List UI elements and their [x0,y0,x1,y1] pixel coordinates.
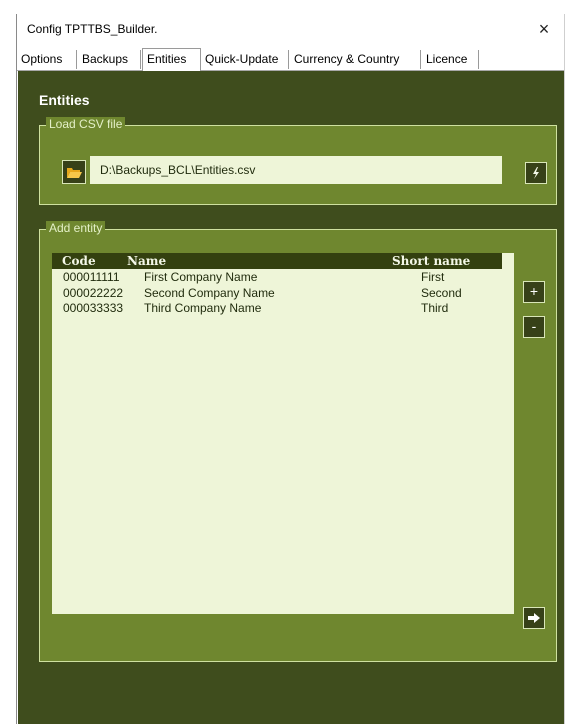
add-entity-group: Add entity Code Name Short name 00001111… [39,221,557,662]
close-icon[interactable]: × [532,18,556,42]
entity-code: 000011111 [63,270,120,284]
add-entity-button[interactable]: + [523,281,545,303]
tab-backups[interactable]: Backups [78,50,141,69]
load-csv-group: Load CSV file D:\Backups_BCL\Entities.cs… [39,117,557,205]
entity-short-name: First [421,270,445,284]
column-code[interactable]: Code [62,254,96,268]
config-window: Config TPTTBS_Builder. × Options Backups… [16,14,565,724]
tab-licence[interactable]: Licence [422,50,479,69]
entity-name: Second Company Name [144,286,275,300]
window-title: Config TPTTBS_Builder. [27,22,158,36]
tab-quick-update[interactable]: Quick-Update [201,50,289,69]
csv-path-field[interactable]: D:\Backups_BCL\Entities.csv [90,156,502,184]
tab-entities[interactable]: Entities [142,48,201,71]
title-bar: Config TPTTBS_Builder. × [17,14,564,46]
tab-options[interactable]: Options [17,50,77,69]
browse-folder-button[interactable] [62,160,86,184]
load-csv-button[interactable] [525,162,547,184]
entity-list[interactable]: Code Name Short name 000011111 First Com… [52,253,514,614]
tab-strip: Options Backups Entities Quick-Update Cu… [17,48,564,71]
entity-name: First Company Name [144,270,258,284]
entities-panel: Entities Load CSV file D:\Backups_BCL\En… [18,71,564,724]
folder-open-icon [67,168,82,178]
list-item[interactable]: 000011111 First Company Name First [52,270,502,286]
entity-name: Third Company Name [144,301,262,315]
list-item[interactable]: 000033333 Third Company Name Third [52,301,502,317]
entity-short-name: Third [421,301,449,315]
list-header: Code Name Short name [52,253,502,269]
list-item[interactable]: 000022222 Second Company Name Second [52,286,502,302]
add-entity-label: Add entity [46,221,106,235]
apply-entities-button[interactable] [523,607,545,629]
entity-code: 000022222 [63,286,124,300]
tab-currency-country[interactable]: Currency & Country [290,50,421,69]
entity-short-name: Second [421,286,462,300]
remove-entity-button[interactable]: - [523,316,545,338]
column-name[interactable]: Name [127,254,166,268]
entity-code: 000033333 [63,301,124,315]
column-short-name[interactable]: Short name [392,254,470,268]
lightning-icon [533,167,539,179]
load-csv-label: Load CSV file [46,117,126,131]
section-heading: Entities [39,92,90,108]
arrow-right-icon [528,613,540,623]
